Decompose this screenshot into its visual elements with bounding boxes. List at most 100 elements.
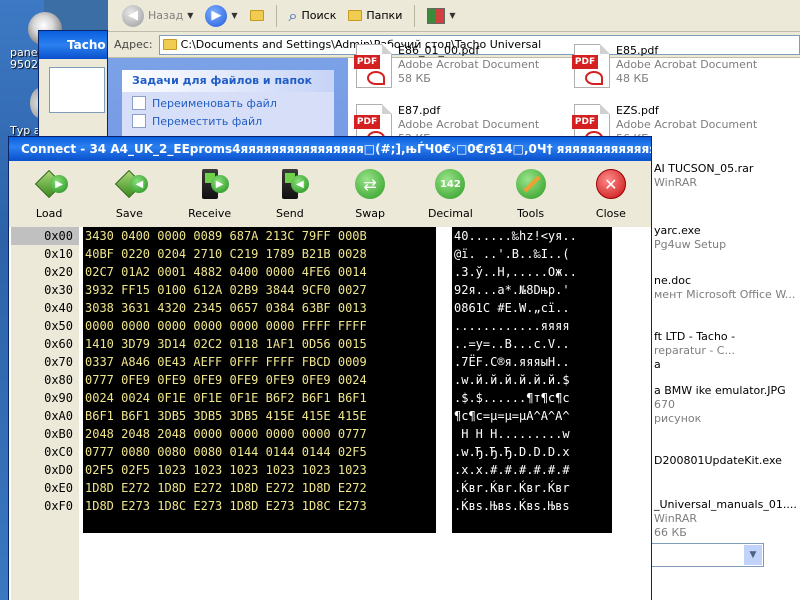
- tools-button[interactable]: Tools: [491, 167, 571, 227]
- move-file-link[interactable]: Переместить файл: [122, 110, 334, 128]
- ascii-row[interactable]: .х.х.#.#.#.#.#.#: [452, 461, 612, 479]
- hex-window-title[interactable]: Connect - 34 A4_UK_2_EEproms4яяяяяяяяяяя…: [9, 137, 651, 161]
- rename-label: Переименовать файл: [152, 96, 277, 110]
- address-cell: 0xC0: [44, 445, 73, 459]
- address-cell: 0x50: [44, 319, 73, 333]
- save-icon: ◀: [112, 167, 149, 201]
- load-button[interactable]: ▶ Load: [9, 167, 89, 227]
- file-item[interactable]: PDF E86_01_00.pdf Adobe Acrobat Document…: [354, 44, 540, 88]
- ascii-row[interactable]: @ї. ..'.В..‰І..(: [452, 245, 612, 263]
- hex-row[interactable]: 02C7 01A2 0001 4882 0400 0000 4FE6 0014: [83, 263, 436, 281]
- hex-row[interactable]: 1410 3D79 3D14 02C2 0118 1AF1 0D56 0015: [83, 335, 436, 353]
- background-window[interactable]: Tacho: [38, 30, 108, 150]
- decimal-button[interactable]: 142 Decimal: [410, 167, 490, 227]
- hex-row[interactable]: 2048 2048 2048 0000 0000 0000 0000 0777: [83, 425, 436, 443]
- ascii-row[interactable]: ¶с¶с=µ=µ=µA^A^A^: [452, 407, 612, 425]
- file-item[interactable]: _Universal_manuals_01.... WinRAR 66 КБ: [654, 498, 797, 540]
- hex-data-column[interactable]: 3430 0400 0000 0089 687A 213C 79FF 000B …: [83, 227, 436, 533]
- hex-row[interactable]: 0024 0024 0F1E 0F1E 0F1E B6F2 B6F1 B6F1: [83, 389, 436, 407]
- folder-up-icon: [249, 10, 264, 21]
- background-window-title[interactable]: Tacho: [39, 31, 107, 59]
- folders-button[interactable]: Папки: [344, 7, 406, 24]
- rename-file-link[interactable]: Переименовать файл: [122, 92, 334, 110]
- ascii-row[interactable]: .Ќвs.Њвs.Ќвs.Њвs: [452, 497, 612, 515]
- file-item[interactable]: D200801UpdateKit.exe: [654, 454, 782, 468]
- address-cell: 0x40: [44, 301, 73, 315]
- file-item[interactable]: yarc.exe Pg4uw Setup: [654, 224, 726, 252]
- hex-row[interactable]: 1D8D E272 1D8D E272 1D8D E272 1D8D E272: [83, 479, 436, 497]
- folders-label: Папки: [366, 9, 403, 22]
- swap-button[interactable]: ⇄ Swap: [330, 167, 410, 227]
- ascii-row[interactable]: ..=y=..В...c.V..: [452, 335, 612, 353]
- hex-row[interactable]: B6F1 B6F1 3DB5 3DB5 3DB5 415E 415E 415E: [83, 407, 436, 425]
- ascii-row[interactable]: 0861C #E.W.„cї..: [452, 299, 612, 317]
- ascii-row[interactable]: .$.$......¶т¶с¶с: [452, 389, 612, 407]
- hex-row[interactable]: 0337 A846 0E43 AEFF 0FFF FFFF FBCD 0009: [83, 353, 436, 371]
- hex-row[interactable]: 3932 FF15 0100 612A 02B9 3844 9CF0 0027: [83, 281, 436, 299]
- send-icon: ◀: [273, 167, 309, 201]
- ascii-row[interactable]: 40......‰hz!<уя..: [452, 227, 612, 245]
- views-icon: [427, 7, 446, 24]
- hex-row[interactable]: 0777 0FE9 0FE9 0FE9 0FE9 0FE9 0FE9 0024: [83, 371, 436, 389]
- address-cell: 0x20: [44, 265, 73, 279]
- receive-button[interactable]: ▶ Receive: [170, 167, 250, 227]
- toolbar-separator: [414, 4, 416, 27]
- ascii-row[interactable]: 92я...a*.№8Dњр.': [452, 281, 612, 299]
- chevron-down-icon[interactable]: ▼: [187, 11, 193, 20]
- file-name: E85.pdf: [616, 44, 659, 57]
- file-item[interactable]: AI TUCSON_05.rar WinRAR: [654, 162, 753, 190]
- close-button[interactable]: ✕ Close: [571, 167, 651, 227]
- search-button[interactable]: ⌕ Поиск: [285, 4, 341, 28]
- forward-button[interactable]: ▶ ▼: [201, 3, 241, 29]
- address-column: 0x00 0x10 0x20 0x30 0x40 0x50 0x60 0x70 …: [11, 227, 79, 600]
- decimal-label: Decimal: [427, 207, 473, 220]
- file-item[interactable]: ne.doc мент Microsoft Office W...: [654, 274, 795, 302]
- up-folder-button[interactable]: [246, 8, 268, 23]
- folder-icon: [162, 39, 177, 50]
- hex-row[interactable]: 0000 0000 0000 0000 0000 0000 FFFF FFFF: [83, 317, 436, 335]
- ascii-data-column[interactable]: 40......‰hz!<уя.. @ї. ..'.В..‰І..( .З.ў.…: [452, 227, 612, 533]
- ascii-row[interactable]: .w.й.й.й.й.й.й.$: [452, 371, 612, 389]
- chevron-down-icon[interactable]: ▼: [231, 11, 237, 20]
- views-button[interactable]: ▼: [423, 6, 459, 26]
- file-type: WinRAR: [654, 176, 698, 189]
- address-cell: 0xA0: [44, 409, 73, 423]
- chevron-down-icon[interactable]: ▼: [744, 545, 762, 565]
- hex-row[interactable]: 3430 0400 0000 0089 687A 213C 79FF 000B: [83, 227, 436, 245]
- save-button[interactable]: ◀ Save: [89, 167, 169, 227]
- file-type: мент Microsoft Office W...: [654, 288, 796, 301]
- receive-label: Receive: [188, 207, 232, 220]
- file-type: Adobe Acrobat Document: [616, 58, 758, 71]
- ascii-row[interactable]: .Ќвr.Ќвr.Ќвr.Ќвr: [452, 479, 612, 497]
- file-tasks-header[interactable]: Задачи для файлов и папок: [122, 70, 334, 92]
- address-cell: 0x00: [11, 227, 79, 245]
- explorer-toolbar: ◀ Назад ▼ ▶ ▼ ⌕ Поиск Папки ▼: [108, 0, 800, 32]
- folders-icon: [348, 10, 363, 21]
- decimal-icon: 142: [433, 167, 467, 201]
- address-cell: 0x60: [44, 337, 73, 351]
- load-label: Load: [35, 207, 63, 220]
- hex-row[interactable]: 3038 3631 4320 2345 0657 0384 63BF 0013: [83, 299, 436, 317]
- file-item[interactable]: a BMW ike emulator.JPG 670 рисунок: [654, 384, 786, 426]
- ascii-row[interactable]: .w.Ђ.Ђ.Ђ.D.D.D.х: [452, 443, 612, 461]
- hex-row[interactable]: 0777 0080 0080 0080 0144 0144 0144 02F5: [83, 443, 436, 461]
- file-item[interactable]: ft LTD - Tacho - reparatur - C... a: [654, 330, 735, 372]
- file-item[interactable]: PDF E85.pdf Adobe Acrobat Document 48 КБ: [572, 44, 758, 88]
- tools-label: Tools: [517, 207, 545, 220]
- address-cell: 0xE0: [44, 481, 73, 495]
- hex-row[interactable]: 40BF 0220 0204 2710 C219 1789 B21B 0028: [83, 245, 436, 263]
- forward-arrow-icon: ▶: [205, 4, 228, 27]
- back-button[interactable]: ◀ Назад ▼: [118, 3, 197, 29]
- ascii-row[interactable]: .З.ў..H‚.....Oж..: [452, 263, 612, 281]
- hex-row[interactable]: 1D8D E273 1D8C E273 1D8D E273 1D8C E273: [83, 497, 436, 515]
- hex-row[interactable]: 02F5 02F5 1023 1023 1023 1023 1023 1023: [83, 461, 436, 479]
- file-type: Adobe Acrobat Document: [398, 58, 540, 71]
- send-button[interactable]: ◀ Send: [250, 167, 330, 227]
- ascii-row[interactable]: H H H.........w: [452, 425, 612, 443]
- file-name: _Universal_manuals_01....: [654, 498, 797, 511]
- search-label: Поиск: [301, 9, 337, 22]
- file-size: 66 КБ: [654, 526, 687, 539]
- ascii-row[interactable]: .7ЁF.C®я.яяяыН..: [452, 353, 612, 371]
- chevron-down-icon[interactable]: ▼: [449, 11, 455, 20]
- ascii-row[interactable]: ............яяяя: [452, 317, 612, 335]
